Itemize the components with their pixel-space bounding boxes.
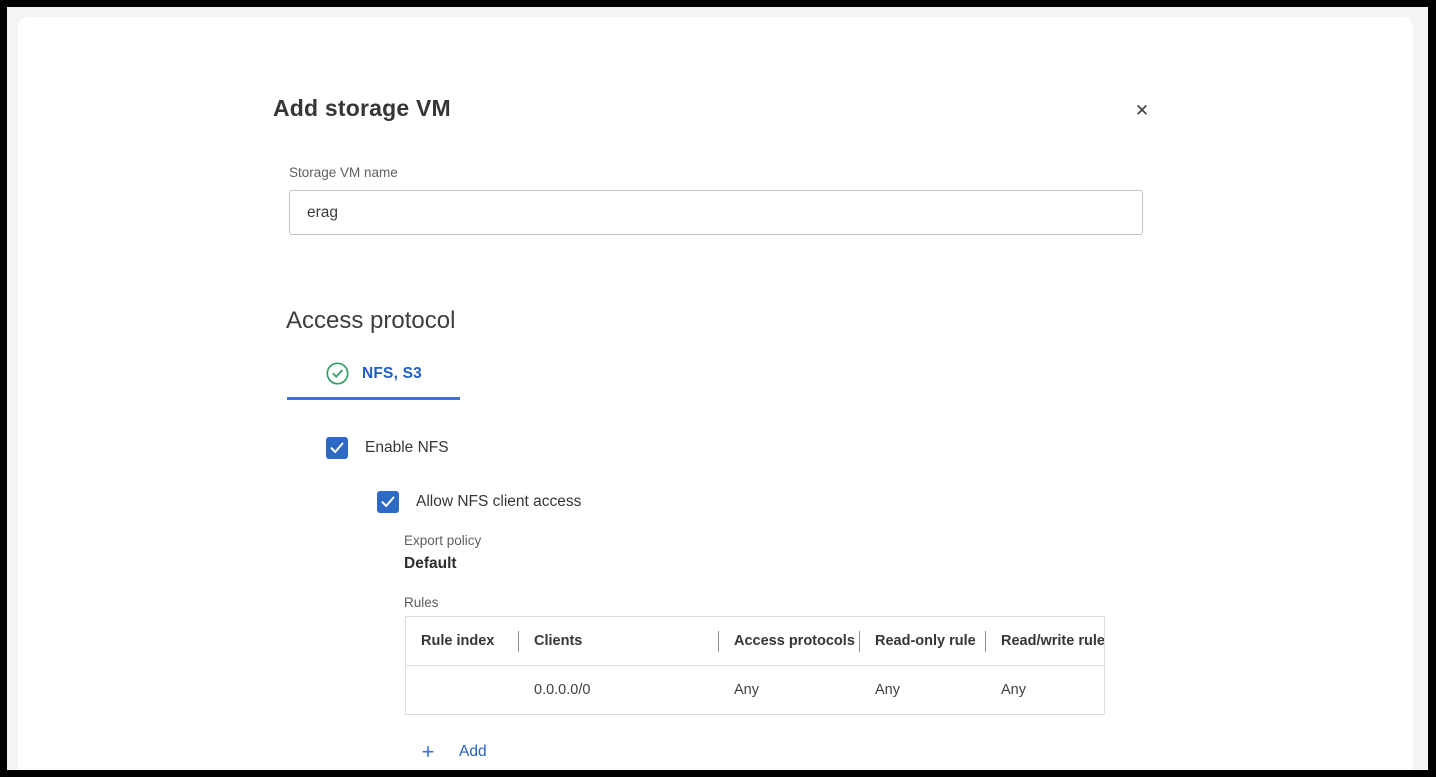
tab-nfs-s3[interactable]: NFS, S3 <box>326 362 422 385</box>
add-rule-button[interactable]: + Add <box>418 741 487 763</box>
rules-table-header-row: Rule index Clients Access protocols Read… <box>406 617 1104 666</box>
enable-nfs-checkbox[interactable] <box>326 437 348 459</box>
check-icon <box>381 496 395 508</box>
dialog-title: Add storage VM <box>273 95 451 122</box>
storage-vm-name-input[interactable] <box>289 190 1143 235</box>
add-storage-vm-dialog: Add storage VM ✕ Storage VM name Access … <box>18 17 1413 770</box>
tab-active-underline <box>287 397 460 400</box>
export-policy-rules-table: Rule index Clients Access protocols Read… <box>405 616 1105 715</box>
cell-read-only-rule: Any <box>860 666 986 714</box>
header-rule-index: Rule index <box>406 617 519 665</box>
allow-nfs-client-access-checkbox[interactable] <box>377 491 399 513</box>
close-button[interactable]: ✕ <box>1128 97 1156 125</box>
check-circle-icon <box>326 362 349 385</box>
export-policy-label: Export policy <box>404 533 481 548</box>
enable-nfs-label: Enable NFS <box>365 439 449 457</box>
page-background: Add storage VM ✕ Storage VM name Access … <box>7 7 1428 770</box>
tab-nfs-s3-label: NFS, S3 <box>362 365 422 383</box>
cell-rule-index <box>406 666 519 714</box>
add-rule-label: Add <box>459 743 487 761</box>
table-row[interactable]: 0.0.0.0/0 Any Any Any <box>406 666 1104 714</box>
cell-clients: 0.0.0.0/0 <box>519 666 719 714</box>
allow-nfs-client-access-label: Allow NFS client access <box>416 493 581 511</box>
cell-access-protocols: Any <box>719 666 860 714</box>
close-icon: ✕ <box>1135 101 1149 121</box>
header-access-protocols: Access protocols <box>719 617 860 665</box>
check-icon <box>330 442 344 454</box>
cell-read-write-rule: Any <box>986 666 1104 714</box>
header-clients: Clients <box>519 617 719 665</box>
enable-nfs-row: Enable NFS <box>326 437 449 459</box>
plus-icon: + <box>418 741 438 763</box>
header-read-only-rule: Read-only rule <box>860 617 986 665</box>
allow-nfs-client-access-row: Allow NFS client access <box>377 491 581 513</box>
header-read-write-rule: Read/write rule <box>986 617 1104 665</box>
export-policy-value: Default <box>404 555 457 573</box>
access-protocol-heading: Access protocol <box>286 307 455 335</box>
rules-label: Rules <box>404 595 439 610</box>
storage-vm-name-label: Storage VM name <box>289 165 398 180</box>
